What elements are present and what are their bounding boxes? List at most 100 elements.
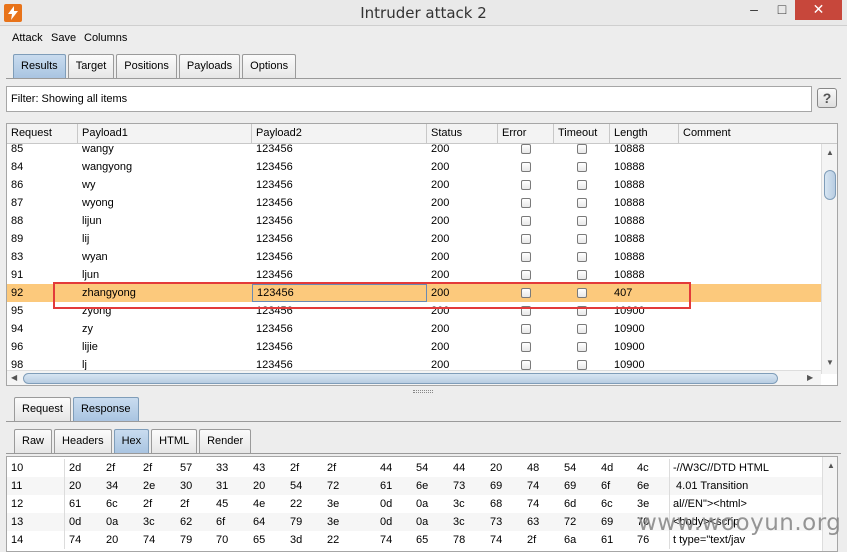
hex-byte: 45 [216, 498, 229, 510]
tab-headers[interactable]: Headers [54, 429, 112, 453]
table-row[interactable]: 85 wangy 123456 200 10888 [7, 144, 821, 158]
cell-length: 10900 [614, 341, 645, 353]
hex-byte: 0d [69, 516, 82, 528]
column-header-length[interactable]: Length [610, 124, 679, 144]
table-row[interactable]: 87 wyong 123456 200 10888 [7, 194, 821, 212]
column-header-status[interactable]: Status [427, 124, 498, 144]
column-header-timeout[interactable]: Timeout [554, 124, 610, 144]
column-header-payload2[interactable]: Payload2 [252, 124, 427, 144]
cell-payload2: 123456 [256, 251, 293, 263]
column-header-error[interactable]: Error [498, 124, 554, 144]
column-header-comment[interactable]: Comment [679, 124, 837, 144]
results-vertical-scrollbar[interactable]: ▲ ▼ [821, 144, 837, 374]
split-grip-icon[interactable] [413, 390, 433, 393]
tab-positions[interactable]: Positions [116, 54, 177, 78]
cell-payload1: wangy [82, 144, 114, 155]
table-row[interactable]: 98 lj 123456 200 10900 [7, 356, 821, 370]
results-vertical-scroll-thumb[interactable] [824, 170, 836, 200]
split-pane-divider[interactable] [0, 389, 847, 395]
table-row[interactable]: 84 wangyong 123456 200 10888 [7, 158, 821, 176]
cell-length: 10900 [614, 323, 645, 335]
tab-request[interactable]: Request [14, 397, 71, 421]
filter-bar[interactable]: Filter: Showing all items [6, 86, 812, 112]
minimize-button[interactable]: – [740, 0, 768, 20]
hex-byte: 0a [106, 516, 119, 528]
cell-request: 96 [11, 341, 24, 353]
results-horizontal-scrollbar[interactable]: ◀ ▶ [7, 370, 821, 385]
cell-comment [679, 356, 821, 370]
scroll-up-arrow-icon[interactable]: ▲ [826, 148, 834, 157]
tab-hex[interactable]: Hex [113, 429, 150, 453]
hex-byte: 20 [106, 534, 119, 546]
cell-status: 200 [431, 359, 450, 370]
message-tab-divider [6, 421, 841, 422]
cell-comment [679, 284, 821, 302]
hex-column-separator [669, 477, 670, 495]
hex-byte: 72 [327, 480, 340, 492]
tab-render[interactable]: Render [199, 429, 252, 453]
tab-raw[interactable]: Raw [14, 429, 53, 453]
timeout-checkbox [577, 324, 587, 334]
hex-byte: 31 [216, 480, 229, 492]
menu-columns[interactable]: Columns [84, 32, 127, 44]
scroll-down-arrow-icon[interactable]: ▼ [826, 358, 834, 367]
table-row[interactable]: 96 lijie 123456 200 10900 [7, 338, 821, 356]
hex-byte: 4d [601, 462, 614, 474]
watermark: www.wooyun.org [638, 510, 842, 536]
cell-comment [679, 212, 821, 230]
table-row[interactable]: 89 lij 123456 200 10888 [7, 230, 821, 248]
hex-byte: 3c [453, 516, 465, 528]
table-row[interactable]: 88 lijun 123456 200 10888 [7, 212, 821, 230]
hex-byte: 4c [637, 462, 649, 474]
tab-payloads[interactable]: Payloads [178, 54, 241, 78]
hex-byte: 70 [216, 534, 229, 546]
maximize-button[interactable]: □ [768, 0, 796, 20]
table-row[interactable]: 86 wy 123456 200 10888 [7, 176, 821, 194]
help-button[interactable]: ? [817, 88, 837, 108]
error-checkbox [521, 180, 531, 190]
hex-scroll-up-arrow-icon[interactable]: ▲ [827, 461, 835, 470]
main-tabs: Results Target Positions Payloads Option… [13, 54, 298, 78]
tab-response[interactable]: Response [72, 397, 139, 421]
column-header-request[interactable]: Request [7, 124, 78, 144]
hex-vertical-scrollbar[interactable]: ▲ [822, 457, 837, 551]
hex-column-separator [669, 459, 670, 477]
table-row[interactable]: 83 wyan 123456 200 10888 [7, 248, 821, 266]
hex-row[interactable]: 10 2d 2f 2f 57 33 43 2f 2f 44 54 44 20 48 54 4d 4c -//W3C… [7, 459, 822, 477]
hex-byte: 74 [490, 534, 503, 546]
hex-byte: 22 [290, 498, 303, 510]
tab-target[interactable]: Target [67, 54, 115, 78]
hex-row[interactable]: 11 20 34 2e 30 31 20 54 72 61 6e 73 69 74 69 6f 6e 4.01 … [7, 477, 822, 495]
menu-attack[interactable]: Attack [12, 32, 43, 44]
results-table: Request Payload1 Payload2 Status Error T… [6, 123, 838, 386]
tab-options[interactable]: Options [242, 54, 297, 78]
scroll-left-arrow-icon[interactable]: ◀ [11, 373, 17, 382]
menu-save[interactable]: Save [51, 32, 76, 44]
hex-byte: 62 [180, 516, 193, 528]
cell-payload2: 123456 [256, 323, 293, 335]
tab-html[interactable]: HTML [151, 429, 198, 453]
results-horizontal-scroll-thumb[interactable] [23, 373, 778, 384]
cell-status: 200 [431, 251, 450, 263]
column-header-payload1[interactable]: Payload1 [78, 124, 252, 144]
hex-offset: 12 [11, 498, 24, 510]
filter-text: Filter: Showing all items [11, 93, 128, 105]
hex-ascii: -//W3C//DTD HTML [673, 462, 769, 474]
hex-byte: 6f [216, 516, 226, 528]
tab-results[interactable]: Results [13, 54, 66, 78]
hex-byte: 74 [527, 498, 540, 510]
table-row[interactable]: 94 zy 123456 200 10900 [7, 320, 821, 338]
hex-byte: 44 [453, 462, 466, 474]
error-checkbox [521, 252, 531, 262]
hex-byte: 6c [601, 498, 613, 510]
cell-request: 94 [11, 323, 24, 335]
scroll-right-arrow-icon[interactable]: ▶ [807, 373, 813, 382]
hex-byte: 43 [253, 462, 266, 474]
hex-byte: 69 [564, 480, 577, 492]
error-checkbox [521, 162, 531, 172]
hex-byte: 68 [490, 498, 503, 510]
close-button[interactable]: ✕ [795, 0, 842, 20]
hex-column-separator [64, 495, 65, 513]
cell-length: 10900 [614, 359, 645, 370]
cell-payload1: zy [82, 323, 93, 335]
